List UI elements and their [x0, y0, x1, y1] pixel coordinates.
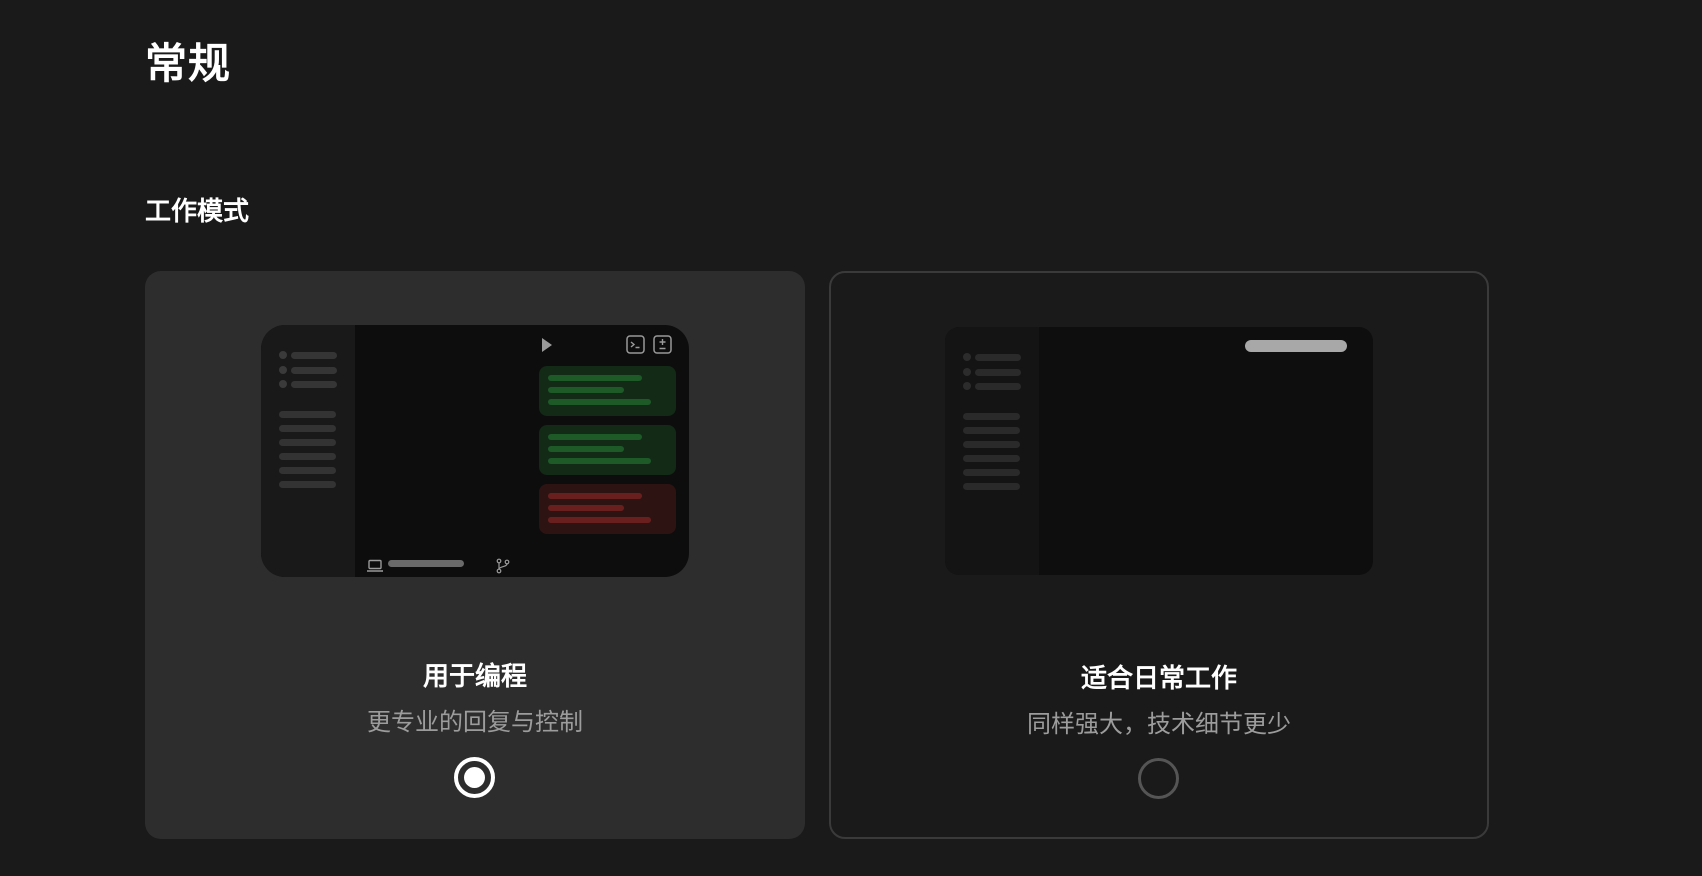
preview-sidebar-line [963, 483, 1020, 490]
laptop-icon [367, 559, 383, 572]
preview-message-red [539, 484, 676, 534]
preview-sidebar [945, 327, 1039, 575]
preview-message-green [539, 425, 676, 475]
preview-sidebar-line [279, 467, 336, 474]
preview-sidebar-line [279, 453, 336, 460]
preview-sidebar-line [963, 469, 1020, 476]
mode-title: 用于编程 [422, 662, 527, 692]
preview-sidebar-line [279, 481, 336, 488]
preview-message-green [539, 366, 676, 416]
page-title: 常规 [145, 39, 232, 88]
preview-sidebar [261, 325, 355, 577]
preview-sidebar-line [279, 411, 336, 418]
play-icon [542, 338, 552, 352]
preview-search-bar [1245, 340, 1347, 352]
mode-title: 适合日常工作 [1080, 664, 1237, 694]
preview-sidebar-line [963, 455, 1020, 462]
preview-sidebar-line [963, 413, 1020, 420]
mode-radio-daily[interactable] [1138, 758, 1179, 799]
terminal-icon [626, 335, 645, 354]
section-title-work-mode: 工作模式 [145, 197, 250, 227]
coding-mode-preview [261, 325, 689, 577]
preview-sidebar-line [279, 425, 336, 432]
daily-mode-preview [945, 327, 1373, 575]
mode-card-daily[interactable]: 适合日常工作 同样强大，技术细节更少 [829, 271, 1489, 839]
diff-icon [653, 335, 672, 354]
mode-radio-coding[interactable] [454, 757, 495, 798]
preview-status-bar [388, 560, 464, 567]
preview-sidebar-line [963, 441, 1020, 448]
preview-sidebar-line [963, 427, 1020, 434]
mode-card-coding[interactable]: 用于编程 更专业的回复与控制 [145, 271, 805, 839]
settings-page: 常规 工作模式 用于编程 更专业的回复与控制 适合日常工作 同样强大，技术细节更… [0, 0, 1702, 876]
git-branch-icon [496, 558, 510, 574]
mode-subtitle: 同样强大，技术细节更少 [1027, 710, 1291, 738]
mode-subtitle: 更专业的回复与控制 [367, 708, 583, 736]
preview-sidebar-line [279, 439, 336, 446]
